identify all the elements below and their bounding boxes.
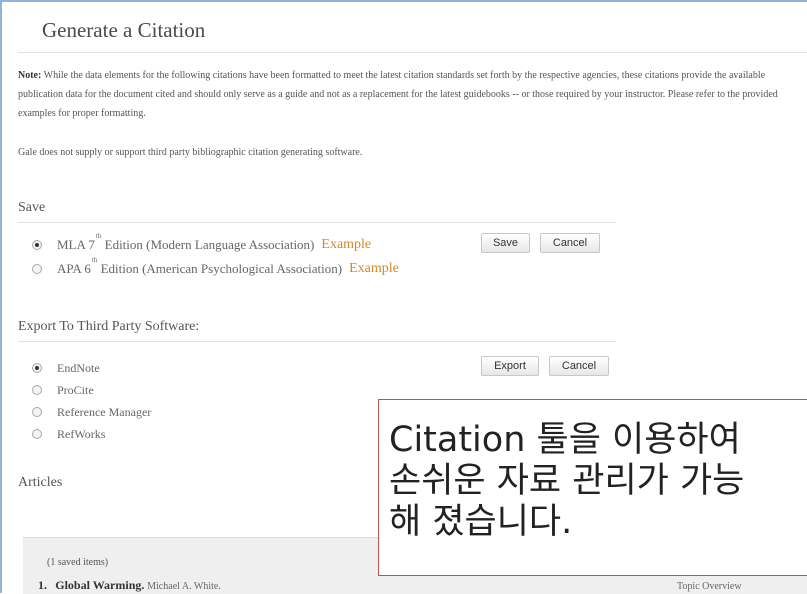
export-divider xyxy=(18,341,616,342)
callout-line: 손쉬운 자료 관리가 가능 xyxy=(389,461,745,501)
radio-button[interactable] xyxy=(32,429,42,439)
page-title: Generate a Citation xyxy=(42,18,206,42)
option-label: MLA 7 xyxy=(57,237,95,252)
save-button[interactable]: Save xyxy=(481,233,530,253)
option-label: EndNote xyxy=(57,360,100,375)
citation-note: Note: While the data elements for the fo… xyxy=(18,66,807,123)
save-heading: Save xyxy=(18,200,46,215)
radio-button[interactable] xyxy=(32,264,42,274)
article-author: Michael A. White. xyxy=(147,581,221,592)
window-frame-top xyxy=(0,0,807,2)
radio-option-mla[interactable]: MLA 7th Edition (Modern Language Associa… xyxy=(32,232,371,254)
ordinal-superscript: th xyxy=(95,232,102,240)
radio-option-apa[interactable]: APA 6th Edition (American Psychological … xyxy=(32,256,399,278)
example-link[interactable]: Example xyxy=(349,261,399,277)
note-label: Note: xyxy=(18,70,42,81)
ordinal-superscript: th xyxy=(91,256,98,264)
export-heading: Export To Third Party Software: xyxy=(18,319,200,334)
title-divider xyxy=(18,52,807,53)
annotation-callout: Citation 툴을 이용하여 손쉬운 자료 관리가 가능 해 졌습니다. xyxy=(378,399,807,576)
callout-line: Citation 툴을 이용하여 xyxy=(389,420,741,460)
saved-count: (1 saved items) xyxy=(47,557,109,568)
example-link[interactable]: Example xyxy=(321,237,371,253)
articles-heading: Articles xyxy=(18,475,63,490)
export-cancel-button[interactable]: Cancel xyxy=(549,356,609,376)
callout-line: 해 졌습니다. xyxy=(389,502,573,542)
article-title-link[interactable]: Global Warming. xyxy=(55,578,144,592)
radio-option-endnote[interactable]: EndNote xyxy=(32,359,100,377)
article-doc-type: Topic Overview xyxy=(677,581,742,592)
radio-option-reference-manager[interactable]: Reference Manager xyxy=(32,403,151,421)
gale-disclaimer: Gale does not supply or support third pa… xyxy=(18,147,363,158)
radio-option-refworks[interactable]: RefWorks xyxy=(32,425,105,443)
radio-button[interactable] xyxy=(32,407,42,417)
export-button[interactable]: Export xyxy=(481,356,539,376)
radio-button[interactable] xyxy=(32,363,42,373)
radio-option-procite[interactable]: ProCite xyxy=(32,381,94,399)
option-label: ProCite xyxy=(57,382,94,397)
radio-button[interactable] xyxy=(32,385,42,395)
option-label: Edition (Modern Language Association) xyxy=(104,237,315,252)
window-frame-left xyxy=(0,0,2,593)
option-label: RefWorks xyxy=(57,426,106,441)
option-label: Edition (American Psychological Associat… xyxy=(100,261,343,276)
list-item[interactable]: 1. Global Warming. Michael A. White. xyxy=(38,578,221,593)
save-cancel-button[interactable]: Cancel xyxy=(540,233,600,253)
radio-button[interactable] xyxy=(32,240,42,250)
item-number: 1. xyxy=(38,578,47,592)
save-divider xyxy=(18,222,616,223)
option-label: Reference Manager xyxy=(57,404,152,419)
note-text: While the data elements for the followin… xyxy=(18,70,778,119)
option-label: APA 6 xyxy=(57,261,91,276)
